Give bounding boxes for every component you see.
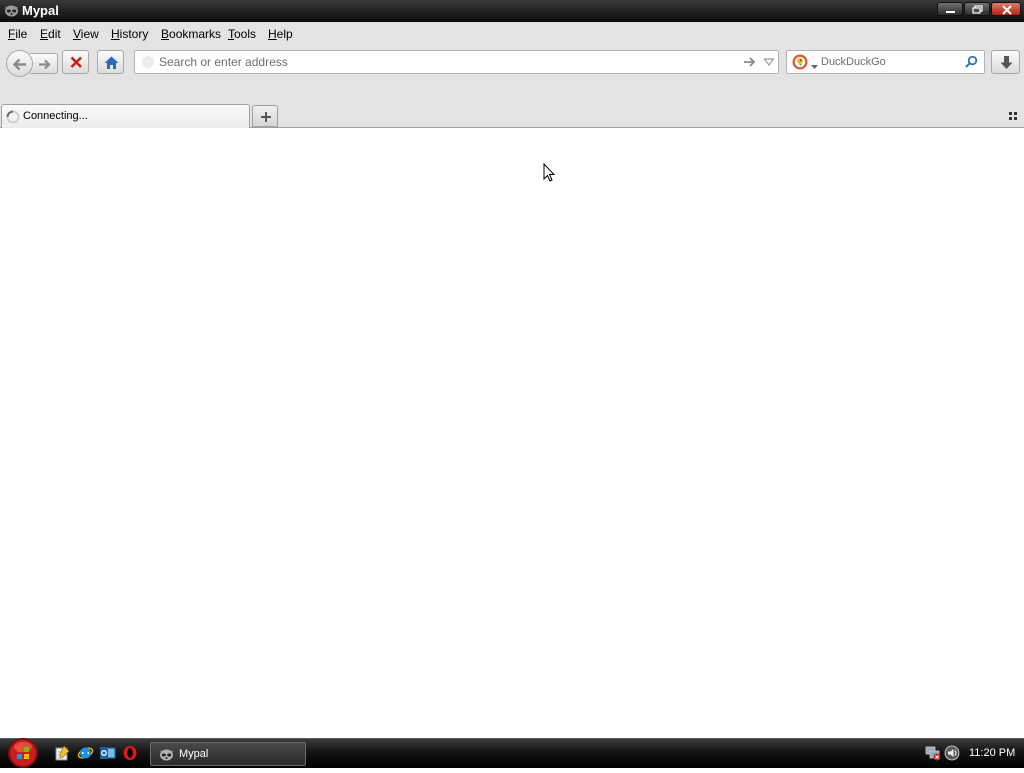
- search-icon[interactable]: [964, 55, 978, 72]
- internet-explorer-icon[interactable]: [77, 745, 94, 764]
- stop-button[interactable]: [62, 50, 89, 74]
- home-icon: [104, 56, 119, 69]
- outlook-icon[interactable]: [99, 745, 116, 764]
- navigation-toolbar: [0, 44, 1024, 82]
- new-tab-button[interactable]: [252, 105, 278, 127]
- site-identity-icon[interactable]: [142, 56, 154, 68]
- downloads-button[interactable]: [991, 50, 1020, 74]
- speaker-icon[interactable]: [944, 745, 960, 764]
- network-status-icon[interactable]: [925, 745, 942, 764]
- forward-button[interactable]: [30, 53, 58, 74]
- plus-icon: [261, 112, 271, 122]
- search-engine-dropdown-icon[interactable]: [811, 59, 818, 73]
- window-title: Mypal: [22, 3, 59, 18]
- notepad-icon[interactable]: [54, 745, 70, 764]
- close-window-button[interactable]: [991, 2, 1021, 16]
- page-content[interactable]: [0, 128, 1024, 738]
- address-bar[interactable]: [134, 50, 779, 74]
- stop-x-icon: [70, 56, 82, 68]
- tab[interactable]: Connecting...: [1, 104, 250, 128]
- duckduckgo-icon[interactable]: [792, 54, 808, 73]
- home-button[interactable]: [97, 50, 124, 74]
- search-bar[interactable]: [786, 50, 985, 74]
- back-button[interactable]: [6, 50, 33, 77]
- menu-bookmarks[interactable]: Bookmarks: [161, 27, 221, 41]
- menu-view[interactable]: View: [73, 27, 99, 41]
- menu-history[interactable]: History: [111, 27, 148, 41]
- go-arrow-icon[interactable]: [742, 55, 756, 72]
- minimize-button[interactable]: [937, 2, 963, 16]
- tab-groups-icon[interactable]: [1008, 110, 1018, 124]
- menu-help[interactable]: Help: [268, 27, 293, 41]
- history-dropdown-icon[interactable]: [763, 56, 775, 71]
- taskbar: Mypal 11:20 PM: [0, 738, 1024, 768]
- url-input[interactable]: [159, 51, 729, 73]
- menu-file[interactable]: File: [8, 27, 27, 41]
- window-titlebar[interactable]: Mypal: [0, 0, 1024, 22]
- loading-spinner-icon: [6, 110, 20, 127]
- back-arrow-icon: [12, 58, 26, 71]
- forward-arrow-icon: [39, 59, 51, 70]
- opera-icon[interactable]: [122, 745, 138, 764]
- menu-bar: File Edit View History Bookmarks Tools H…: [0, 22, 1024, 44]
- back-forward-group: [6, 50, 58, 77]
- mouse-cursor-icon: [543, 162, 556, 185]
- restore-button[interactable]: [964, 2, 990, 16]
- taskbar-button-mypal[interactable]: Mypal: [150, 742, 306, 766]
- download-arrow-icon: [1000, 56, 1013, 69]
- tab-strip: Connecting...: [0, 82, 1024, 128]
- mypal-raccoon-icon: [159, 747, 174, 765]
- mypal-raccoon-icon: [4, 3, 19, 18]
- start-button[interactable]: [3, 736, 43, 770]
- menu-tools[interactable]: Tools: [228, 27, 256, 41]
- search-input[interactable]: [821, 51, 961, 73]
- taskbar-button-label: Mypal: [179, 748, 209, 760]
- tab-title: Connecting...: [23, 110, 88, 122]
- clock[interactable]: 11:20 PM: [969, 747, 1015, 759]
- menu-edit[interactable]: Edit: [40, 27, 61, 41]
